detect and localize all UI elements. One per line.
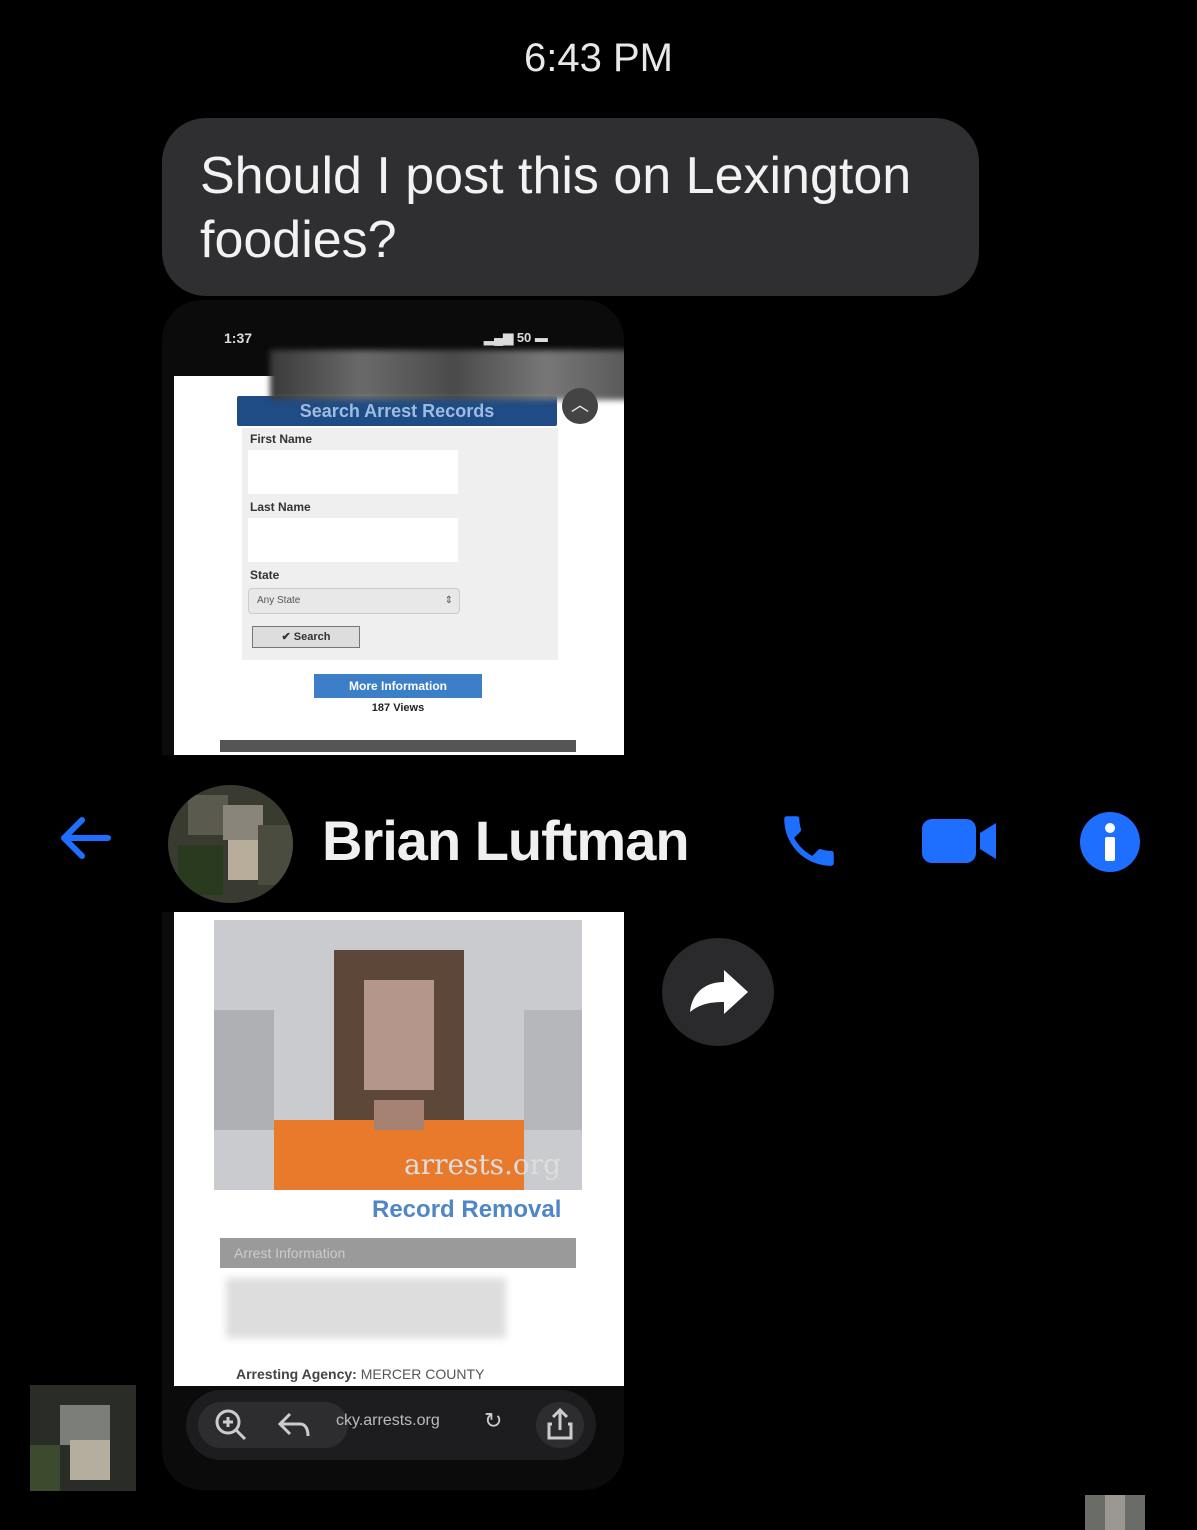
read-receipt-avatar xyxy=(1085,1495,1145,1530)
back-arrow-icon[interactable] xyxy=(56,808,116,878)
last-name-label: Last Name xyxy=(250,500,311,514)
browser-page: Search Arrest Records First Name Last Na… xyxy=(174,376,624,755)
zoom-icon xyxy=(214,1408,248,1447)
reload-icon: ↻ xyxy=(484,1408,503,1433)
watermark-text: arrests.org xyxy=(404,1148,562,1181)
search-form: First Name Last Name State Any State ⇕ ✔ … xyxy=(242,428,558,660)
reply-arrow-icon xyxy=(276,1410,312,1445)
browser-page: arrests.org Record Removal Arrest Inform… xyxy=(174,912,624,1386)
share-icon xyxy=(536,1402,584,1448)
message-timestamp: 6:43 PM xyxy=(524,36,673,80)
url-text: cky.arrests.org xyxy=(336,1412,440,1429)
first-name-label: First Name xyxy=(250,432,313,446)
status-time: 1:37 xyxy=(224,330,253,346)
redacted-details xyxy=(226,1278,506,1338)
last-name-field xyxy=(248,518,458,562)
sender-avatar xyxy=(30,1385,136,1491)
status-icons: ▂▄▆ 50 ▬ xyxy=(484,330,548,345)
forward-button[interactable] xyxy=(662,938,774,1046)
video-camera-icon[interactable] xyxy=(920,815,1000,872)
search-button: ✔ Search xyxy=(252,626,360,648)
first-name-field xyxy=(248,450,458,494)
image-attachment-arrest-record[interactable]: arrests.org Record Removal Arrest Inform… xyxy=(162,912,624,1490)
state-label: State xyxy=(250,568,280,582)
more-info-button: More Information xyxy=(314,674,482,698)
contact-avatar[interactable] xyxy=(168,785,293,903)
info-icon[interactable] xyxy=(1078,810,1142,879)
forward-arrow-icon xyxy=(690,970,748,1014)
record-removal-link: Record Removal xyxy=(372,1196,562,1223)
message-text: Should I post this on Lexington foodies? xyxy=(200,147,912,269)
arresting-agency: Arresting Agency: MERCER COUNTY xyxy=(236,1366,485,1382)
arrest-info-heading: Arrest Information xyxy=(220,1238,576,1268)
browser-toolbar: cky.arrests.org ↻ xyxy=(186,1390,596,1460)
image-attachment-search-form[interactable]: 1:37 ▂▄▆ 50 ▬ Search Arrest Records Firs… xyxy=(162,300,624,755)
chevron-up-icon: ︿ xyxy=(562,388,598,424)
state-select: Any State ⇕ xyxy=(248,588,460,614)
form-title: Search Arrest Records xyxy=(237,396,557,426)
message-bubble[interactable]: Should I post this on Lexington foodies? xyxy=(162,118,979,296)
image-strip xyxy=(220,740,576,752)
phone-icon[interactable] xyxy=(776,808,842,879)
contact-name[interactable]: Brian Luftman xyxy=(322,808,690,873)
views-count: 187 Views xyxy=(371,702,425,714)
